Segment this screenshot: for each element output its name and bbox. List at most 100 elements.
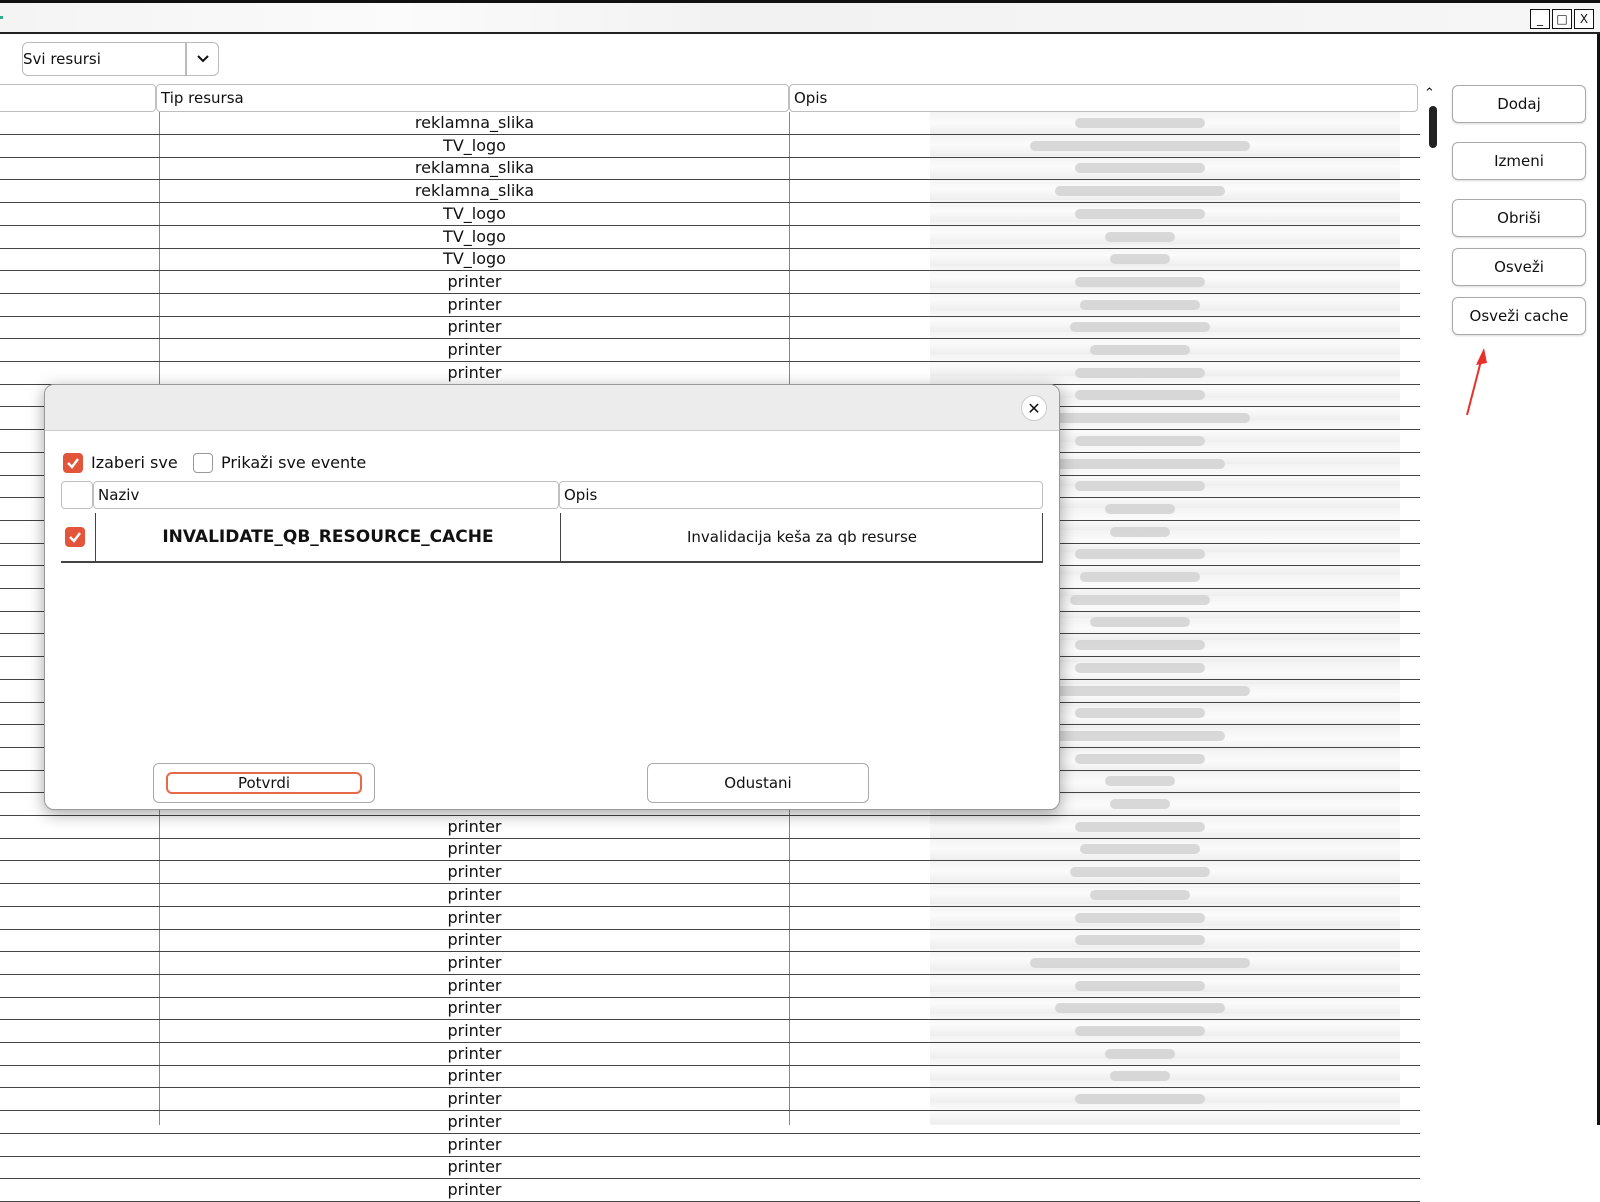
- table-row[interactable]: printer: [0, 884, 1420, 907]
- cancel-button-label: Odustani: [724, 774, 792, 792]
- resource-type-cell: printer: [447, 862, 502, 882]
- cancel-button[interactable]: Odustani: [647, 763, 869, 803]
- add-button-label: Dodaj: [1497, 95, 1541, 113]
- dialog-title-bar: [45, 385, 1059, 431]
- table-row[interactable]: TV_logo: [0, 203, 1420, 226]
- table-row[interactable]: reklamna_slika: [0, 157, 1420, 181]
- table-row[interactable]: printer: [0, 1088, 1420, 1112]
- event-row[interactable]: INVALIDATE_QB_RESOURCE_CACHE Invalidacij…: [61, 513, 1043, 563]
- minimize-icon[interactable]: _: [1530, 9, 1550, 29]
- resource-type-cell: reklamna_slika: [414, 158, 535, 178]
- table-row[interactable]: TV_logo: [0, 226, 1420, 249]
- table-row[interactable]: printer: [0, 816, 1420, 839]
- refresh-button[interactable]: Osveži: [1452, 248, 1586, 286]
- column-header-type[interactable]: Tip resursa: [156, 84, 789, 112]
- resource-filter-value: Svi resursi: [23, 50, 101, 68]
- table-row[interactable]: TV_logo: [0, 248, 1420, 272]
- resource-type-cell: printer: [447, 930, 502, 950]
- delete-button-label: Obriši: [1497, 209, 1541, 227]
- resource-type-cell: printer: [447, 340, 502, 359]
- resource-type-cell: reklamna_slika: [414, 181, 535, 201]
- checkmark-icon: [67, 458, 79, 469]
- resource-type-cell: printer: [447, 294, 502, 314]
- refresh-cache-button-label: Osveži cache: [1469, 307, 1569, 325]
- resource-type-cell: printer: [447, 839, 502, 859]
- table-row[interactable]: printer: [0, 362, 1420, 385]
- filter-indicator: [0, 16, 3, 19]
- dialog-column-header-desc-label: Opis: [564, 486, 598, 504]
- resource-type-cell: TV_logo: [443, 135, 506, 155]
- event-row-checkbox[interactable]: [65, 527, 85, 547]
- maximize-icon[interactable]: □: [1552, 9, 1572, 29]
- table-row[interactable]: printer: [0, 316, 1420, 340]
- event-dialog: ✕ Izaberi sve Prikaži sve evente Naziv O…: [44, 384, 1060, 810]
- add-button[interactable]: Dodaj: [1452, 85, 1586, 123]
- table-row[interactable]: printer: [0, 271, 1420, 294]
- column-header-type-label: Tip resursa: [161, 89, 244, 107]
- refresh-cache-button[interactable]: Osveži cache: [1452, 297, 1586, 335]
- resource-type-cell: printer: [447, 1157, 502, 1177]
- table-row[interactable]: printer: [0, 1156, 1420, 1180]
- table-row[interactable]: printer: [0, 294, 1420, 317]
- annotation-arrow-icon: [1466, 348, 1487, 416]
- select-all-label: Izaberi sve: [91, 453, 178, 472]
- resource-type-cell: printer: [447, 362, 502, 382]
- window-controls: _ □ X: [1530, 9, 1594, 29]
- dialog-close-button[interactable]: ✕: [1021, 395, 1047, 421]
- table-row[interactable]: printer: [0, 339, 1420, 362]
- table-row[interactable]: printer: [0, 952, 1420, 975]
- resource-type-cell: TV_logo: [443, 203, 506, 223]
- table-row[interactable]: printer: [0, 861, 1420, 885]
- title-bar: _ □ X: [0, 0, 1600, 34]
- delete-button[interactable]: Obriši: [1452, 199, 1586, 237]
- dialog-column-header-desc[interactable]: Opis: [559, 481, 1043, 509]
- close-icon[interactable]: X: [1574, 9, 1594, 29]
- table-row[interactable]: printer: [0, 907, 1420, 930]
- grid-header: Tip resursa Opis: [0, 84, 1420, 112]
- confirm-button[interactable]: Potvrdi: [153, 763, 375, 803]
- refresh-button-label: Osveži: [1494, 258, 1544, 276]
- dialog-column-header-name[interactable]: Naziv: [93, 481, 559, 509]
- table-row[interactable]: printer: [0, 975, 1420, 998]
- resource-type-cell: printer: [447, 1179, 502, 1199]
- resource-type-cell: printer: [447, 952, 502, 972]
- column-header-desc[interactable]: Opis: [789, 84, 1418, 112]
- close-icon: ✕: [1027, 398, 1041, 418]
- scrollbar-thumb[interactable]: [1429, 106, 1437, 148]
- confirm-button-label: Potvrdi: [237, 774, 291, 792]
- table-row[interactable]: printer: [0, 1043, 1420, 1066]
- show-all-events-checkbox[interactable]: [193, 453, 213, 473]
- table-row[interactable]: printer: [0, 838, 1420, 862]
- resource-type-cell: printer: [447, 907, 502, 927]
- dialog-column-header-check[interactable]: [61, 481, 93, 509]
- resource-type-cell: printer: [447, 271, 502, 291]
- resource-type-cell: TV_logo: [443, 249, 506, 269]
- resource-type-cell: printer: [447, 884, 502, 904]
- table-row[interactable]: printer: [0, 1111, 1420, 1134]
- chevron-down-icon: [196, 55, 209, 63]
- table-row[interactable]: printer: [0, 1134, 1420, 1157]
- table-row[interactable]: printer: [0, 997, 1420, 1021]
- resource-type-cell: printer: [447, 1111, 502, 1131]
- table-row[interactable]: reklamna_slika: [0, 180, 1420, 204]
- resource-type-cell: printer: [447, 317, 502, 337]
- resource-type-cell: printer: [447, 1066, 502, 1086]
- column-header-desc-label: Opis: [794, 89, 828, 107]
- table-row[interactable]: printer: [0, 1065, 1420, 1089]
- resource-filter-dropdown-button[interactable]: [186, 42, 219, 76]
- table-row[interactable]: TV_logo: [0, 135, 1420, 158]
- resource-filter-select[interactable]: Svi resursi: [22, 42, 186, 76]
- table-row[interactable]: printer: [0, 1179, 1420, 1202]
- resource-type-cell: printer: [447, 1089, 502, 1109]
- edit-button[interactable]: Izmeni: [1452, 142, 1586, 180]
- table-row[interactable]: reklamna_slika: [0, 112, 1420, 135]
- select-all-checkbox[interactable]: [63, 453, 83, 473]
- scroll-up-icon[interactable]: ⌃: [1424, 86, 1435, 101]
- resource-type-cell: printer: [447, 975, 502, 995]
- table-row[interactable]: printer: [0, 929, 1420, 953]
- dialog-column-header-name-label: Naziv: [98, 486, 140, 504]
- column-header-blank[interactable]: [0, 84, 156, 112]
- table-row[interactable]: printer: [0, 1020, 1420, 1043]
- resource-type-cell: printer: [447, 1134, 502, 1154]
- resource-type-cell: printer: [447, 998, 502, 1018]
